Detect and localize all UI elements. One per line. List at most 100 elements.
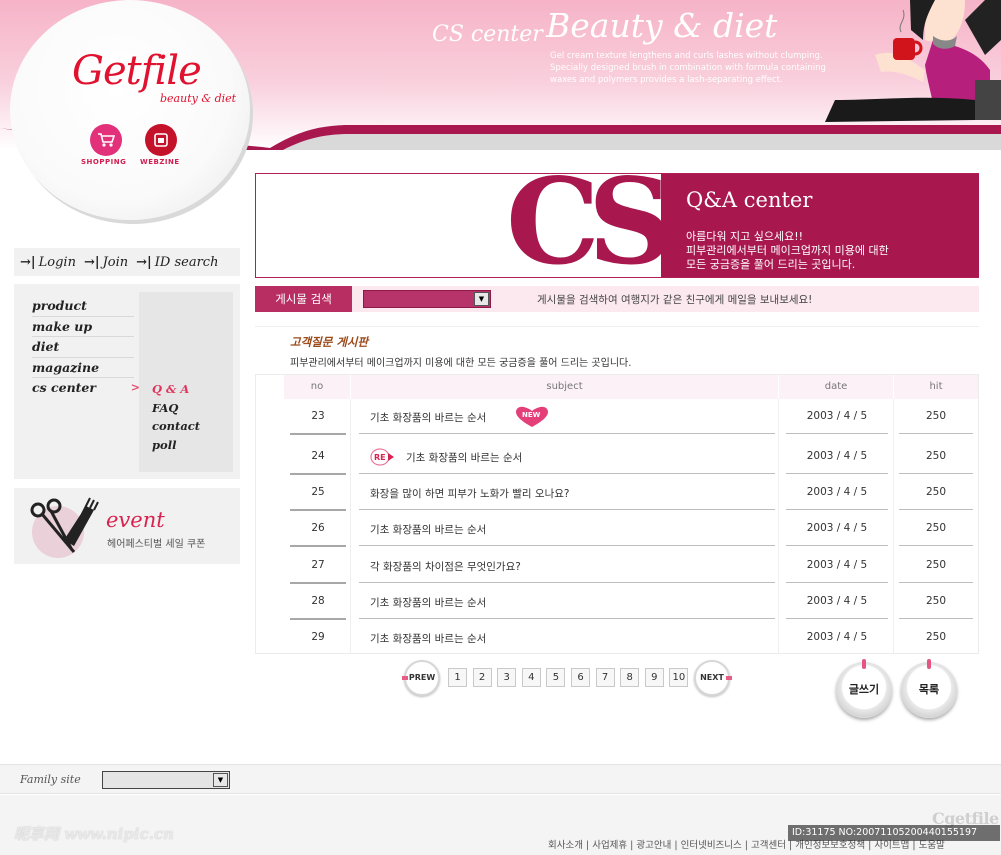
table-row[interactable]: 27 각 화장품의 차이점은 무엇인가요? 2003 / 4 / 5 250 [256,547,978,584]
row-number: 23 [311,410,325,422]
arrow-right-icon: →| [136,254,152,270]
table-header: no subject date hit [284,375,978,399]
write-button[interactable]: 글쓰기 [836,659,892,718]
logo-tagline: beauty & diet [160,92,237,105]
next-arrow-icon [726,676,732,680]
join-label: Join [102,254,129,270]
sidebar-item-cs-center[interactable]: cs center > [32,378,140,399]
page-number-button[interactable]: 10 [669,668,689,687]
sub-nav-contact[interactable]: contact [139,417,233,436]
webzine-icon [154,133,168,147]
chevron-down-icon[interactable]: ▼ [213,773,228,787]
sidebar-item-diet[interactable]: diet [32,337,134,358]
row-underline-subject [359,433,775,434]
event-subtitle: 헤어페스티벌 세일 쿠폰 [107,539,206,550]
row-underline-date [786,582,888,583]
row-underline-hit [899,433,973,434]
row-hit-count: 250 [925,631,947,643]
svg-text:NEW: NEW [522,411,541,419]
banner-title: Q&A center [686,188,813,212]
table-row[interactable]: 28 기초 화장품의 바르는 순서 2003 / 4 / 5 250 [256,584,978,620]
shopping-label[interactable]: SHOPPING [81,158,126,166]
shopping-cart-icon [98,133,115,147]
sub-nav-spacer [139,292,233,380]
button-pin-icon [927,659,931,669]
page-number-button[interactable]: 3 [497,668,517,687]
page-number-button[interactable]: 9 [644,668,664,687]
row-underline-date [786,509,888,510]
logo-wordmark[interactable]: Getfile [72,48,202,94]
row-hit-count: 250 [925,450,947,462]
page-number-button[interactable]: 5 [546,668,566,687]
row-underline-date [786,473,888,474]
row-subject-link[interactable]: 기초 화장품의 바르는 순서 [370,410,486,425]
row-subject-link[interactable]: 기초 화장품의 바르는 순서 [370,522,486,537]
row-number: 25 [311,486,325,498]
search-hint: 게시물을 검색하여 여행지가 같은 친구에게 메일을 보내보세요! [537,294,813,306]
page-number-button[interactable]: 8 [620,668,640,687]
sub-nav: Q & A FAQ contact poll [139,292,233,472]
shopping-button[interactable] [90,124,122,156]
family-site-select[interactable]: ▼ [102,771,230,789]
sidebar-item-label: cs center [32,380,96,395]
row-underline-hit [899,545,973,546]
watermark: 昵享网 www.nipic.cn [14,825,174,843]
sidebar-item-make-up[interactable]: make up [32,317,134,337]
row-number: 28 [311,595,325,607]
webzine-label[interactable]: WEBZINE [140,158,180,166]
login-link[interactable]: →| Login [20,255,76,270]
page-number-button[interactable]: 1 [448,668,467,687]
row-date: 2003 / 4 / 5 [806,450,868,462]
row-underline-subject [359,545,775,546]
event-banner[interactable]: event 헤어페스티벌 세일 쿠폰 [14,488,240,564]
board-description: 피부관리에서부터 메이크업까지 미용에 대한 모든 궁금증을 풀어 드리는 곳입… [290,358,632,369]
row-number: 24 [311,450,325,462]
table-row[interactable]: 26 기초 화장품의 바르는 순서 2003 / 4 / 5 250 [256,511,978,547]
auth-bar: →| Login →| Join →| ID search [14,248,240,276]
page-number-button[interactable]: 7 [595,668,615,687]
row-hit-count: 250 [925,410,947,422]
row-subject-link[interactable]: 기초 화장품의 바르는 순서 [370,595,486,610]
webzine-button[interactable] [145,124,177,156]
board-table: no subject date hit 23 기초 화장품의 바르는 순서 NEW 2… [255,374,979,654]
hero-desc-line: Specially designed brush in combination … [550,63,826,73]
id-search-link[interactable]: →| ID search [136,255,218,270]
row-subject-link[interactable]: 각 화장품의 차이점은 무엇인가요? [370,559,521,574]
table-row[interactable]: 24 RE 기초 화장품의 바르는 순서 2003 / 4 / 5 250 [256,439,978,475]
table-row[interactable]: 25 화장을 많이 하면 피부가 노화가 빨리 오나요? 2003 / 4 / 5 2… [256,475,978,511]
row-subject-link[interactable]: 기초 화장품의 바르는 순서 [370,631,486,646]
sidebar-item-magazine[interactable]: magazine [32,358,134,378]
row-underline-no [290,433,346,435]
page-number-button[interactable]: 6 [571,668,590,687]
row-hit-count: 250 [925,559,947,571]
banner-line: 모든 궁금증을 풀어 드리는 곳입니다. [686,258,856,271]
button-pin-icon [862,659,866,669]
sub-nav-qa[interactable]: Q & A [139,380,233,399]
join-link[interactable]: →| Join [84,255,128,270]
row-subject-link[interactable]: 화장을 많이 하면 피부가 노화가 빨리 오나요? [370,486,569,501]
list-button[interactable]: 목록 [901,659,957,718]
prev-page-button[interactable]: PREW [402,660,440,696]
sidebar-item-product[interactable]: product [32,296,134,317]
row-number: 27 [311,559,325,571]
page-number-button[interactable]: 4 [521,668,541,687]
table-row[interactable]: 29 기초 화장품의 바르는 순서 2003 / 4 / 5 250 [256,620,978,655]
row-subject-link[interactable]: 기초 화장품의 바르는 순서 [406,450,522,465]
table-row[interactable]: 23 기초 화장품의 바르는 순서 NEW 2003 / 4 / 5 250 [256,399,978,435]
row-underline-subject [359,618,775,619]
scissors-comb-icon [30,497,99,558]
main-nav-list: product make up diet magazine cs center … [32,296,140,399]
page-number-button[interactable]: 2 [472,668,492,687]
sub-nav-poll[interactable]: poll [139,436,233,455]
chevron-down-icon[interactable]: ▼ [474,292,489,306]
row-date: 2003 / 4 / 5 [806,631,868,643]
banner-cs-letters: CS [506,152,673,291]
board-title: 고객질문 게시판 [290,335,369,349]
row-hit-count: 250 [925,595,947,607]
row-underline-hit [899,473,973,474]
search-select[interactable]: ▼ [363,290,491,308]
next-page-button[interactable]: NEXT [694,660,732,696]
svg-text:RE: RE [374,453,386,462]
sub-nav-faq[interactable]: FAQ [139,399,233,418]
column-header-hit: hit [929,381,943,392]
